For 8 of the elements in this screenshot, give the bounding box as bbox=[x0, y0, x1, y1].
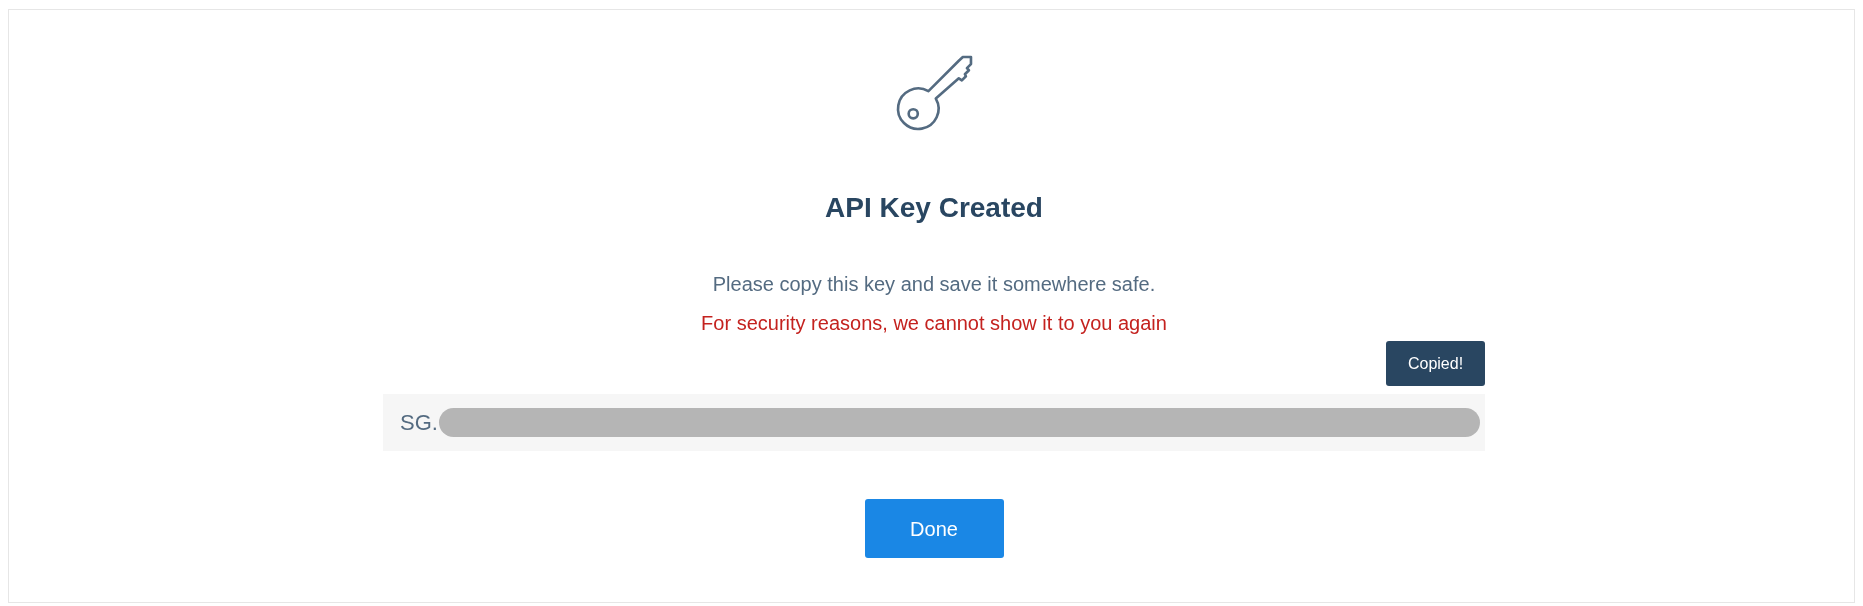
instruction-text: Please copy this key and save it somewhere safe. bbox=[712, 272, 1156, 297]
warning-text: For security reasons, we cannot show it to you again bbox=[701, 311, 1167, 336]
copied-button[interactable]: Copied! bbox=[1386, 341, 1485, 386]
done-button[interactable]: Done bbox=[864, 499, 1004, 558]
key-icon bbox=[894, 55, 973, 133]
dialog-title: API Key Created bbox=[825, 191, 1043, 225]
api-key-field[interactable]: SG. bbox=[383, 394, 1485, 451]
api-key-text: SG. bbox=[400, 409, 438, 437]
